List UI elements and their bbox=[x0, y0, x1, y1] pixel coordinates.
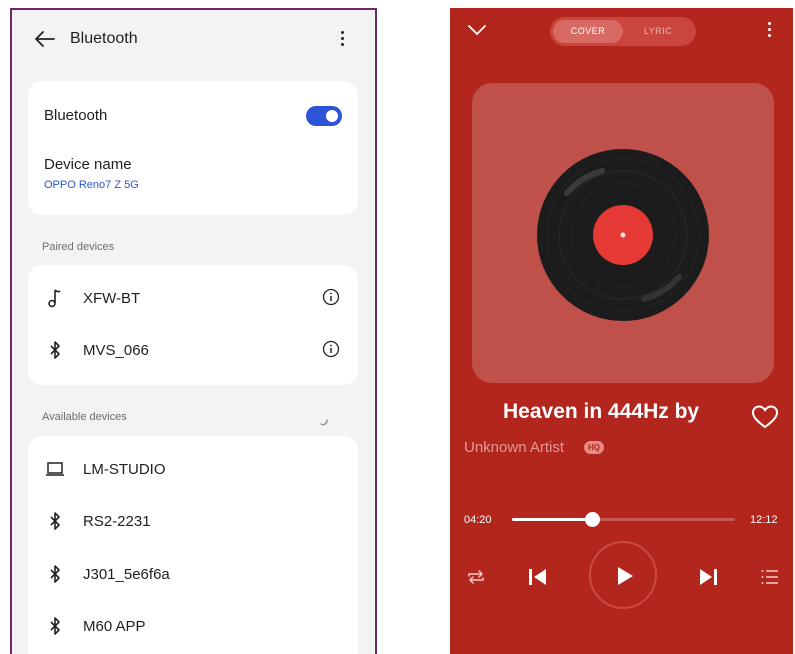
device-row-lm-studio[interactable]: LM-STUDIO bbox=[28, 444, 358, 496]
music-player-screen: COVER LYRIC Heaven in 444Hz by Unknown A… bbox=[450, 8, 793, 654]
available-devices-card: LM-STUDIO RS2-2231 J301_5e6f6a M60 APP bbox=[28, 436, 358, 654]
bluetooth-toggle-label: Bluetooth bbox=[44, 107, 108, 124]
vinyl-record-icon bbox=[537, 149, 709, 321]
available-devices-heading: Available devices bbox=[42, 411, 127, 423]
toggle-knob bbox=[326, 110, 338, 122]
elapsed-time: 04:20 bbox=[464, 514, 492, 526]
play-icon bbox=[618, 567, 633, 585]
device-name: RS2-2231 bbox=[83, 513, 151, 530]
device-name: J301_5e6f6a bbox=[83, 566, 170, 583]
progress-slider[interactable] bbox=[512, 512, 735, 527]
device-name: LM-STUDIO bbox=[83, 461, 166, 478]
loading-spinner-icon bbox=[320, 419, 328, 426]
device-row-mvs-066[interactable]: MVS_066 bbox=[28, 325, 358, 377]
next-icon[interactable] bbox=[698, 566, 720, 588]
album-cover-area bbox=[472, 83, 774, 383]
info-icon[interactable] bbox=[322, 340, 340, 358]
total-time: 12:12 bbox=[750, 514, 778, 526]
bluetooth-icon bbox=[50, 617, 60, 635]
bluetooth-main-card: Bluetooth Device name OPPO Reno7 Z 5G bbox=[28, 81, 358, 215]
quality-badge: HQ bbox=[584, 441, 604, 454]
bluetooth-settings-screen: Bluetooth Bluetooth Device name OPPO Ren… bbox=[10, 8, 377, 654]
paired-devices-card: XFW-BT MVS_066 bbox=[28, 265, 358, 385]
app-bar: Bluetooth bbox=[12, 10, 375, 68]
back-arrow-icon[interactable] bbox=[34, 30, 56, 48]
bluetooth-icon bbox=[50, 565, 60, 583]
play-button[interactable] bbox=[589, 541, 657, 609]
paired-devices-heading: Paired devices bbox=[42, 241, 115, 253]
queue-icon[interactable] bbox=[761, 569, 779, 585]
chevron-down-icon[interactable] bbox=[467, 22, 487, 38]
tab-lyric[interactable]: LYRIC bbox=[623, 20, 693, 43]
more-options-icon[interactable] bbox=[768, 22, 772, 40]
device-row-xfw-bt[interactable]: XFW-BT bbox=[28, 273, 358, 325]
laptop-icon bbox=[46, 462, 64, 476]
bluetooth-toggle[interactable] bbox=[306, 106, 342, 126]
device-row-rs2-2231[interactable]: RS2-2231 bbox=[28, 496, 358, 548]
bluetooth-icon bbox=[50, 512, 60, 530]
progress-fill bbox=[512, 518, 593, 521]
info-icon[interactable] bbox=[322, 288, 340, 306]
progress-thumb[interactable] bbox=[585, 512, 601, 527]
more-options-icon[interactable] bbox=[341, 31, 345, 49]
device-name-label: Device name bbox=[44, 156, 132, 173]
repeat-icon[interactable] bbox=[466, 568, 486, 586]
device-row-j301[interactable]: J301_5e6f6a bbox=[28, 549, 358, 601]
device-name: XFW-BT bbox=[83, 290, 141, 307]
song-title: Heaven in 444Hz by bbox=[503, 400, 700, 423]
device-row-m60-app[interactable]: M60 APP bbox=[28, 601, 358, 653]
heart-icon[interactable] bbox=[751, 404, 779, 430]
tab-cover[interactable]: COVER bbox=[553, 20, 623, 43]
view-switcher: COVER LYRIC bbox=[550, 17, 696, 46]
bluetooth-icon bbox=[50, 341, 60, 359]
device-name: M60 APP bbox=[83, 618, 146, 635]
music-note-icon bbox=[48, 289, 61, 308]
device-name-value[interactable]: OPPO Reno7 Z 5G bbox=[44, 179, 139, 191]
device-name: MVS_066 bbox=[83, 342, 149, 359]
page-title: Bluetooth bbox=[70, 30, 138, 47]
artist-name[interactable]: Unknown Artist bbox=[464, 439, 564, 456]
previous-icon[interactable] bbox=[526, 566, 548, 588]
